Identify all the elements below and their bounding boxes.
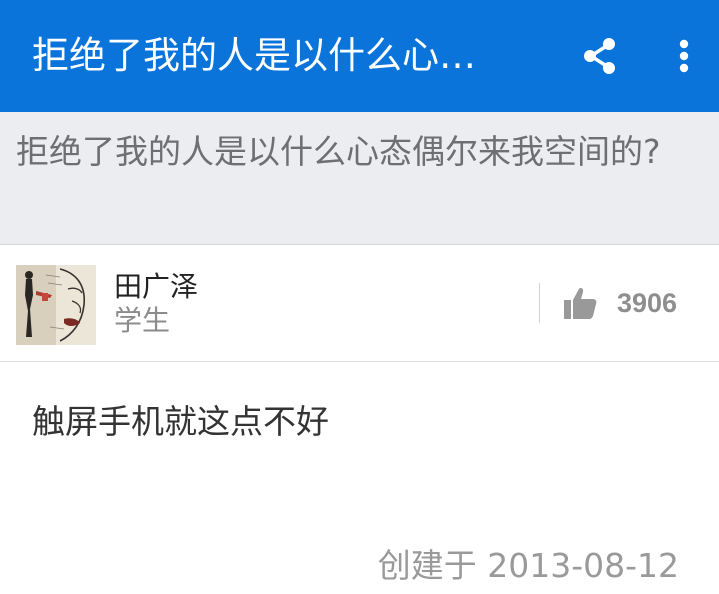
question-header[interactable]: 拒绝了我的人是以什么心态偶尔来我空间的? [0, 112, 719, 245]
author-row[interactable]: 田广泽 学生 3906 [0, 245, 719, 362]
share-icon [584, 38, 615, 74]
avatar[interactable] [16, 265, 96, 345]
page-title: 拒绝了我的人是以什么心… [32, 34, 476, 77]
like-count: 3906 [617, 288, 678, 318]
vertical-divider [539, 283, 540, 323]
answer-content: 触屏手机就这点不好 [32, 402, 329, 441]
avatar-image [16, 265, 96, 345]
author-title: 学生 [114, 304, 171, 337]
created-date: 创建于 2013-08-12 [377, 546, 679, 585]
share-button[interactable] [574, 30, 626, 82]
more-options-button[interactable] [658, 30, 710, 82]
app-window: 拒绝了我的人是以什么心… 拒绝了我的人是以什么心态偶尔来我空间的? 田广泽 学生… [0, 0, 719, 594]
author-name[interactable]: 田广泽 [114, 269, 198, 305]
thumbs-up-icon [564, 288, 597, 319]
like-button[interactable]: 3906 [556, 277, 706, 329]
more-vertical-icon [679, 39, 689, 73]
question-title: 拒绝了我的人是以什么心态偶尔来我空间的? [16, 132, 661, 171]
app-header: 拒绝了我的人是以什么心… [0, 0, 719, 112]
